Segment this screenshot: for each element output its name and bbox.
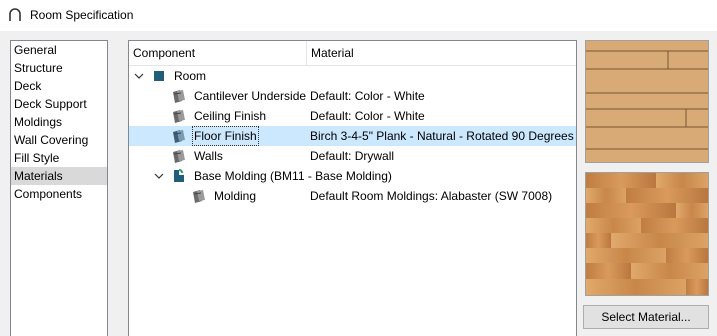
nav-item-fill-style[interactable]: Fill Style bbox=[11, 149, 107, 167]
column-header-material[interactable]: Material bbox=[311, 41, 354, 65]
plank-pattern-preview bbox=[585, 40, 709, 163]
tree-row-label: Room bbox=[174, 69, 207, 83]
wood-texture-preview bbox=[585, 172, 709, 296]
tree-row-label: Walls bbox=[194, 149, 223, 163]
molding-profile-icon bbox=[171, 168, 187, 184]
material-value: Default: Color - White bbox=[310, 109, 425, 123]
chevron-down-icon[interactable] bbox=[153, 166, 165, 186]
plank-pattern-graphic bbox=[586, 41, 708, 162]
tree-row-label: Floor Finish bbox=[192, 126, 259, 146]
nav-item-general[interactable]: General bbox=[11, 41, 107, 59]
tree-row-label: Cantilever Underside bbox=[194, 89, 307, 103]
material-value: Default: Drywall bbox=[310, 149, 395, 163]
select-material-button[interactable]: Select Material... bbox=[583, 305, 709, 329]
material-swatch-icon bbox=[191, 188, 207, 204]
window-title: Room Specification bbox=[30, 8, 134, 22]
material-swatch-icon bbox=[171, 88, 187, 104]
material-swatch-icon bbox=[171, 108, 187, 124]
nav-item-deck-support[interactable]: Deck Support bbox=[11, 95, 107, 113]
tree-row-base-molding[interactable]: Base Molding (BM11 - Base Molding) bbox=[129, 166, 576, 186]
tree-row-label: Molding bbox=[214, 189, 257, 203]
material-value: Birch 3-4-5" Plank - Natural - Rotated 9… bbox=[310, 129, 574, 143]
tree-row-floor-finish[interactable]: Floor Finish Birch 3-4-5" Plank - Natura… bbox=[129, 126, 576, 146]
tree-row-walls[interactable]: Walls Default: Drywall bbox=[129, 146, 576, 166]
tree-row-label: Base Molding (BM11 - Base Molding) bbox=[194, 169, 392, 183]
nav-item-materials[interactable]: Materials bbox=[11, 167, 107, 185]
tree-row-room[interactable]: Room bbox=[129, 66, 576, 86]
tree-row-ceiling-finish[interactable]: Ceiling Finish Default: Color - White bbox=[129, 106, 576, 126]
material-swatch-icon bbox=[171, 148, 187, 164]
materials-tree[interactable]: Component Material Room Cantilever Under… bbox=[128, 40, 577, 336]
nav-item-structure[interactable]: Structure bbox=[11, 59, 107, 77]
material-value: Default Room Moldings: Alabaster (SW 700… bbox=[310, 189, 553, 203]
column-header-component[interactable]: Component bbox=[133, 41, 195, 65]
tree-row-cantilever-underside[interactable]: Cantilever Underside Default: Color - Wh… bbox=[129, 86, 576, 106]
wood-texture-graphic bbox=[586, 173, 708, 295]
nav-item-moldings[interactable]: Moldings bbox=[11, 113, 107, 131]
nav-item-components[interactable]: Components bbox=[11, 185, 107, 203]
tree-header: Component Material bbox=[129, 41, 576, 66]
category-list[interactable]: General Structure Deck Deck Support Mold… bbox=[10, 40, 108, 336]
title-bar: Room Specification bbox=[0, 0, 717, 31]
material-value: Default: Color - White bbox=[310, 89, 425, 103]
tree-row-molding[interactable]: Molding Default Room Moldings: Alabaster… bbox=[129, 186, 576, 206]
nav-item-deck[interactable]: Deck bbox=[11, 77, 107, 95]
archway-icon bbox=[9, 8, 21, 21]
nav-item-wall-covering[interactable]: Wall Covering bbox=[11, 131, 107, 149]
column-divider[interactable] bbox=[306, 41, 307, 65]
chevron-down-icon[interactable] bbox=[133, 66, 145, 86]
material-swatch-icon bbox=[171, 128, 187, 144]
tree-row-label: Ceiling Finish bbox=[194, 109, 267, 123]
room-square-icon bbox=[151, 68, 167, 84]
